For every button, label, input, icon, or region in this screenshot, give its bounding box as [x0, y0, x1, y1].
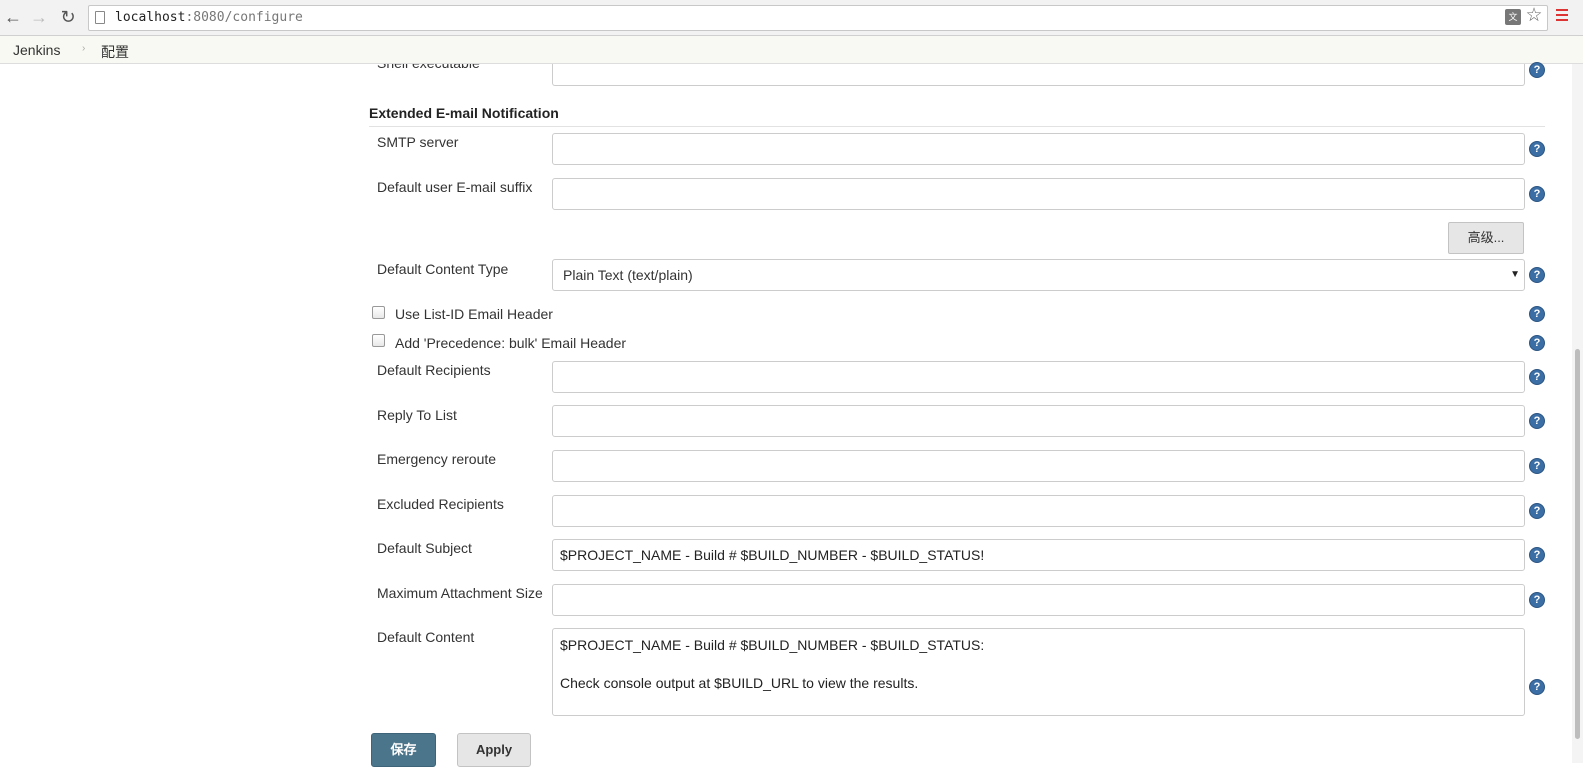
list-id-checkbox-label[interactable]: Use List-ID Email Header	[395, 306, 553, 322]
default-content-line: $PROJECT_NAME - Build # $BUILD_NUMBER - …	[560, 637, 985, 653]
default-recipients-label: Default Recipients	[377, 362, 491, 378]
precedence-checkbox-label[interactable]: Add 'Precedence: bulk' Email Header	[395, 335, 626, 351]
help-icon[interactable]: ?	[1529, 458, 1545, 474]
bookmark-star-icon[interactable]: ☆	[1524, 6, 1544, 26]
page-scrollbar[interactable]	[1572, 64, 1583, 763]
email-suffix-label: Default user E-mail suffix	[377, 179, 533, 195]
max-attachment-label: Maximum Attachment Size	[377, 585, 543, 601]
excluded-recipients-input[interactable]	[552, 495, 1525, 527]
breadcrumb-configure[interactable]: 配置	[101, 42, 129, 62]
help-icon[interactable]: ?	[1529, 186, 1545, 202]
help-icon[interactable]: ?	[1529, 141, 1545, 157]
url-text: localhost:8080/configure	[115, 10, 303, 25]
content-type-value: Plain Text (text/plain)	[563, 267, 693, 283]
default-content-line	[560, 655, 1517, 674]
help-icon[interactable]: ?	[1529, 679, 1545, 695]
browser-menu-icon[interactable]	[1556, 9, 1568, 23]
default-subject-label: Default Subject	[377, 540, 472, 556]
section-divider	[369, 126, 1545, 127]
dropdown-arrow-icon: ▼	[1510, 269, 1520, 280]
forward-icon[interactable]: →	[28, 6, 50, 28]
help-icon[interactable]: ?	[1529, 306, 1545, 322]
breadcrumb-jenkins[interactable]: Jenkins	[13, 42, 60, 58]
default-recipients-input[interactable]	[552, 361, 1525, 393]
help-icon[interactable]: ?	[1529, 267, 1545, 283]
page-icon	[95, 11, 105, 24]
help-icon[interactable]: ?	[1529, 413, 1545, 429]
list-id-checkbox[interactable]	[372, 306, 385, 319]
emergency-reroute-input[interactable]	[552, 450, 1525, 482]
apply-button[interactable]: Apply	[457, 733, 531, 767]
smtp-server-label: SMTP server	[377, 134, 459, 150]
help-icon[interactable]: ?	[1529, 369, 1545, 385]
address-bar[interactable]: localhost:8080/configure	[88, 5, 1548, 31]
default-content-textarea[interactable]: $PROJECT_NAME - Build # $BUILD_NUMBER - …	[552, 628, 1525, 716]
email-suffix-input[interactable]	[552, 178, 1525, 210]
breadcrumb: Jenkins › 配置	[0, 36, 1583, 64]
help-icon[interactable]: ?	[1529, 547, 1545, 563]
content-type-label: Default Content Type	[377, 261, 509, 277]
help-icon[interactable]: ?	[1529, 503, 1545, 519]
section-title: Extended E-mail Notification	[369, 105, 559, 121]
reply-to-input[interactable]	[552, 405, 1525, 437]
breadcrumb-separator-icon: ›	[82, 43, 86, 54]
advanced-button[interactable]: 高级...	[1448, 222, 1524, 254]
shell-executable-input[interactable]	[552, 64, 1525, 86]
smtp-server-input[interactable]	[552, 133, 1525, 165]
default-content-label: Default Content	[377, 629, 475, 645]
excluded-recipients-label: Excluded Recipients	[377, 496, 504, 512]
help-icon[interactable]: ?	[1529, 62, 1545, 78]
max-attachment-input[interactable]	[552, 584, 1525, 616]
default-subject-input[interactable]: $PROJECT_NAME - Build # $BUILD_NUMBER - …	[552, 539, 1525, 571]
default-content-line: Check console output at $BUILD_URL to vi…	[560, 675, 919, 691]
scrollbar-thumb[interactable]	[1575, 349, 1580, 739]
help-icon[interactable]: ?	[1529, 592, 1545, 608]
content-type-select[interactable]: Plain Text (text/plain) ▼	[552, 259, 1525, 291]
browser-toolbar: ← → ↻ localhost:8080/configure 文 ☆	[0, 0, 1583, 36]
precedence-checkbox[interactable]	[372, 334, 385, 347]
back-icon[interactable]: ←	[2, 6, 24, 28]
reload-icon[interactable]: ↻	[57, 6, 79, 28]
save-button[interactable]: 保存	[371, 733, 436, 767]
emergency-reroute-label: Emergency reroute	[377, 451, 497, 467]
help-icon[interactable]: ?	[1529, 335, 1545, 351]
translate-icon[interactable]: 文	[1505, 9, 1521, 25]
reply-to-label: Reply To List	[377, 407, 457, 423]
